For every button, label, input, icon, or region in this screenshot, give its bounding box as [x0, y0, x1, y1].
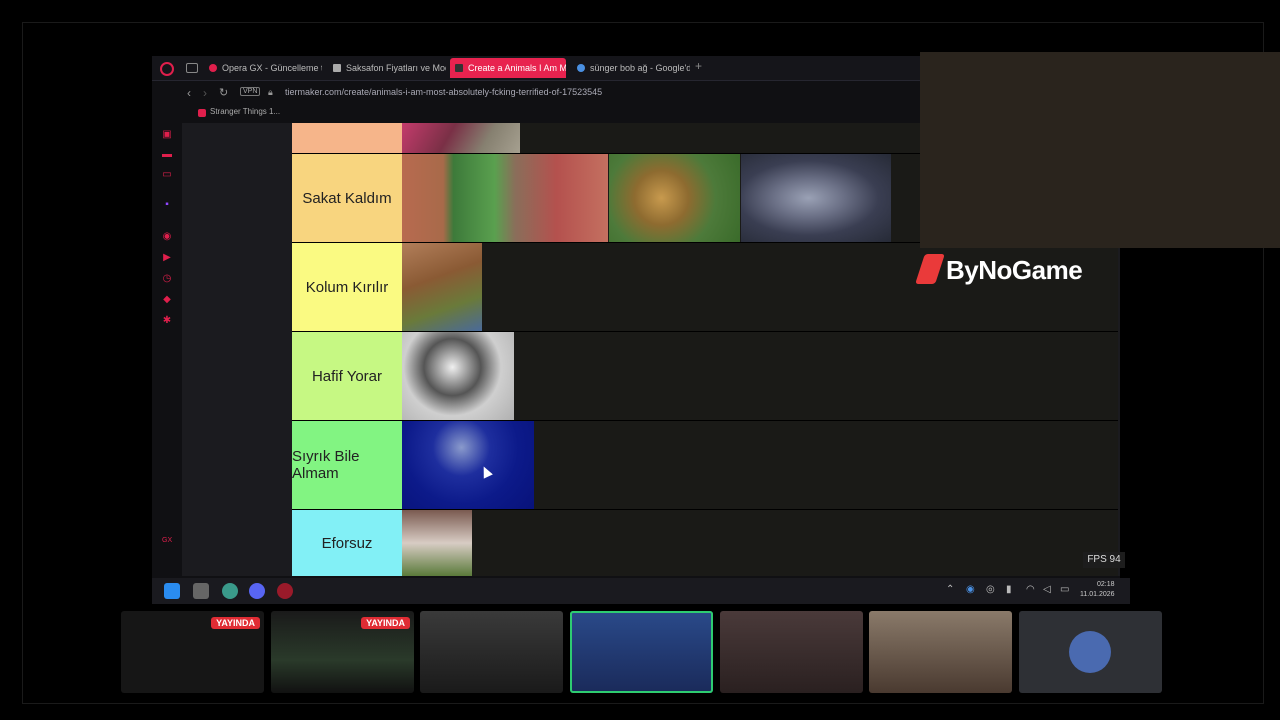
tray-update-icon[interactable]: ◎ [986, 584, 995, 595]
sidebar-pin-icon[interactable]: ◆ [162, 295, 172, 305]
tab-opera-gx[interactable]: Opera GX - Güncelleme ta [204, 58, 322, 78]
animal-image[interactable] [402, 243, 482, 331]
sidebar-history-icon[interactable]: ◷ [162, 274, 172, 284]
tier-row: Eforsuz [292, 510, 1118, 576]
tier-label: Kolum Kırılır [292, 243, 402, 331]
tier-label [292, 123, 402, 153]
app-icon[interactable] [222, 583, 238, 599]
new-tab-button[interactable]: + [695, 59, 702, 73]
sidebar-bag-icon[interactable]: ▣ [162, 130, 172, 140]
participant-avatar-tile[interactable] [1019, 611, 1162, 693]
url-field[interactable]: tiermaker.com/create/animals-i-am-most-a… [285, 85, 602, 99]
discord-icon[interactable] [249, 583, 265, 599]
opera-icon [209, 64, 217, 72]
wifi-icon[interactable]: ◠ [1026, 584, 1035, 595]
live-badge: YAYINDA [211, 617, 260, 629]
sidebar-messenger-icon[interactable]: ◉ [162, 232, 172, 242]
animal-image[interactable] [402, 510, 472, 576]
tab-tiermaker[interactable]: Create a Animals I Am Mo [450, 58, 566, 78]
task-view-icon[interactable] [193, 583, 209, 599]
participant-webcam[interactable] [720, 611, 863, 693]
participant-webcam-speaking[interactable] [570, 611, 713, 693]
tier-label: Hafif Yorar [292, 332, 402, 420]
opera-gx-icon[interactable] [277, 583, 293, 599]
google-icon [577, 64, 585, 72]
sidebar-gx-icon[interactable]: GX [162, 536, 172, 546]
sidebar-settings-icon[interactable]: ✱ [162, 316, 172, 326]
fps-counter: FPS 94 [1083, 552, 1125, 568]
tier-label: Sıyrık Bile Almam [292, 421, 402, 509]
sidebar-chat-icon[interactable]: ▬ [162, 150, 172, 160]
participant-webcam[interactable] [869, 611, 1012, 693]
opera-logo-icon[interactable] [160, 62, 174, 76]
bynogame-logo-icon [915, 254, 945, 284]
avatar [1069, 631, 1111, 673]
bookmark-item[interactable]: Stranger Things 1... [198, 107, 280, 117]
tier-row: Sıyrık Bile Almam [292, 421, 1118, 510]
animal-image[interactable] [402, 123, 520, 153]
sidebar-player-icon[interactable]: ▶ [162, 253, 172, 263]
tier-label: Eforsuz [292, 510, 402, 576]
speaker-icon[interactable]: ◁ [1043, 584, 1051, 595]
animal-image[interactable] [609, 154, 740, 242]
streamer-webcam [920, 52, 1280, 248]
sponsor-logo: ByNoGame [915, 250, 1095, 292]
battery-icon[interactable]: ▭ [1060, 584, 1069, 595]
tiermaker-icon [455, 64, 463, 72]
opera-sidebar: ▣ ▬ ▭ ▪ ◉ ▶ ◷ ◆ ✱ GX [152, 100, 182, 604]
animal-image[interactable] [402, 332, 514, 420]
reload-icon[interactable]: ↻ [219, 86, 228, 99]
forward-icon[interactable]: › [203, 86, 207, 100]
windows-start-icon[interactable] [164, 583, 180, 599]
page-icon [333, 64, 341, 72]
live-badge: YAYINDA [361, 617, 410, 629]
sidebar-tv-icon[interactable]: ▭ [162, 170, 172, 180]
tier-row: Hafif Yorar [292, 332, 1118, 421]
back-icon[interactable]: ‹ [187, 86, 191, 100]
tab-google[interactable]: sünger bob ağ - Google'd [572, 58, 690, 78]
system-clock[interactable]: 02:18 11.01.2026 [1080, 580, 1115, 600]
tab-saksafon[interactable]: Saksafon Fiyatları ve Mod [328, 58, 446, 78]
participant-webcam[interactable] [420, 611, 563, 693]
tray-app-icon[interactable]: ◉ [966, 584, 975, 595]
participant-stream[interactable]: YAYINDA [121, 611, 264, 693]
vpn-badge[interactable]: VPN [240, 87, 261, 96]
lock-icon: 🔒︎ [268, 87, 273, 97]
sidebar-twitch-icon[interactable]: ▪ [162, 200, 172, 210]
tier-label: Sakat Kaldım [292, 154, 402, 242]
animal-image[interactable] [402, 154, 608, 242]
tray-chevron-icon[interactable]: ⌃ [946, 584, 954, 595]
participant-stream[interactable]: YAYINDA [271, 611, 414, 693]
animal-image[interactable] [402, 421, 534, 509]
microphone-icon[interactable]: ▮ [1006, 584, 1012, 595]
windows-taskbar: ⌃ ◉ ◎ ▮ ◠ ◁ ▭ 02:18 11.01.2026 [152, 578, 1130, 604]
animal-image[interactable] [741, 154, 891, 242]
tab-manager-icon[interactable] [186, 63, 198, 73]
